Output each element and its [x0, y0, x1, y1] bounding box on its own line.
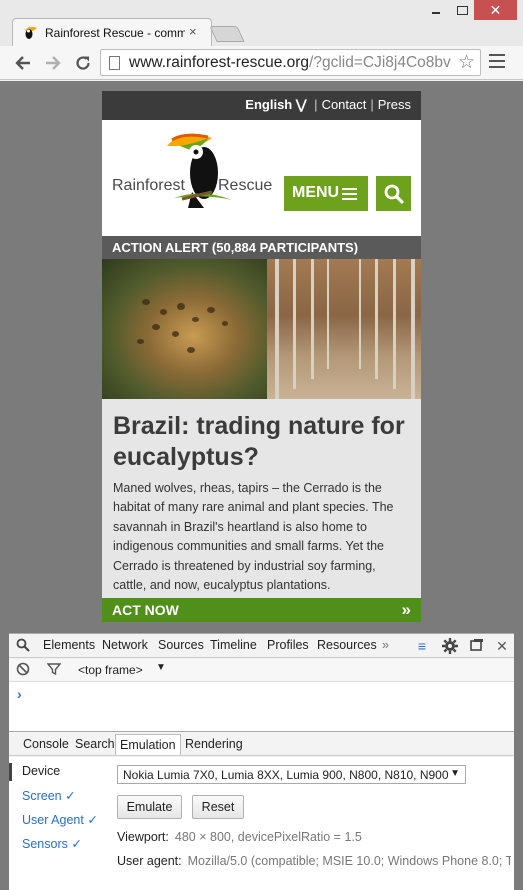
devtools-toolbar: Elements Network Sources Timeline Profil… — [9, 633, 514, 658]
act-now-button[interactable]: ACT NOW » — [102, 598, 421, 622]
emulate-button[interactable]: Emulate — [117, 795, 182, 819]
tab-console[interactable]: Console — [23, 737, 69, 751]
user-agent-value: Mozilla/5.0 (compatible; MSIE 10.0; Wind… — [187, 854, 511, 868]
site-top-bar: English ⋁ | Contact | Press — [102, 91, 421, 120]
tab-resources[interactable]: Resources — [317, 638, 377, 652]
menu-button[interactable]: MENU — [284, 176, 368, 211]
user-agent-label: User agent: — [117, 854, 182, 868]
emulated-page: English ⋁ | Contact | Press Rainforest Resc… — [102, 91, 421, 622]
logo-text-right: Rescue — [218, 177, 272, 194]
rainforest-rescue-logo[interactable]: Rainforest Rescue — [112, 128, 277, 216]
more-tabs-icon[interactable]: » — [382, 638, 389, 652]
tab-sources[interactable]: Sources — [158, 638, 204, 652]
search-icon — [384, 184, 404, 204]
reload-icon[interactable] — [72, 52, 94, 74]
bookmark-star-icon[interactable]: ☆ — [458, 51, 475, 74]
tab-emulation[interactable]: Emulation — [115, 734, 181, 755]
clear-console-icon[interactable] — [15, 662, 31, 678]
filter-icon[interactable] — [46, 662, 62, 678]
console-prompt-icon: › — [17, 686, 22, 702]
minimize-button[interactable] — [423, 0, 449, 20]
url-path: /?gclid=CJi8j4Co8bv — [309, 54, 451, 71]
close-tab-icon[interactable]: × — [189, 24, 197, 39]
sidebar-item-sensors[interactable]: Sensors ✓ — [22, 836, 82, 851]
tab-profiles[interactable]: Profiles — [267, 638, 309, 652]
search-button[interactable] — [376, 176, 411, 211]
frame-border-right — [514, 81, 523, 890]
language-selector[interactable]: English — [245, 97, 292, 112]
browser-toolbar: www.rainforest-rescue.org/?gclid=CJi8j4C… — [0, 46, 523, 80]
tab-search[interactable]: Search — [75, 737, 115, 751]
title-bar: Rainforest Rescue - comm × ✕ — [0, 0, 523, 46]
dock-icon[interactable] — [469, 638, 485, 654]
tab-network[interactable]: Network — [102, 638, 148, 652]
hero-image[interactable] — [102, 259, 421, 399]
frame-dropdown-arrow-icon[interactable]: ▼ — [156, 662, 166, 673]
sidebar-item-user-agent[interactable]: User Agent ✓ — [22, 812, 98, 827]
double-chevron-right-icon: » — [401, 600, 411, 619]
selected-indicator — [9, 763, 12, 781]
gear-icon[interactable] — [442, 638, 458, 654]
article-headline[interactable]: Brazil: trading nature for eucalyptus? — [113, 411, 410, 473]
jaguar-photo — [102, 259, 267, 399]
close-window-button[interactable]: ✕ — [474, 0, 517, 20]
article-body: Maned wolves, rheas, tapirs – the Cerrad… — [113, 481, 394, 593]
sidebar-item-device[interactable]: Device — [22, 764, 60, 778]
viewport-value: 480 × 800, devicePixelRatio = 1.5 — [174, 830, 362, 844]
device-select-value: Nokia Lumia 7X0, Lumia 8XX, Lumia 900, N… — [123, 768, 449, 782]
viewport-info: Viewport: 480 × 800, devicePixelRatio = 1… — [117, 830, 362, 844]
back-arrow-icon[interactable] — [12, 52, 34, 74]
chrome-menu-icon[interactable] — [489, 54, 505, 70]
drawer-tab-bar: Console Search Emulation Rendering — [9, 731, 514, 756]
forward-arrow-icon[interactable] — [42, 52, 64, 74]
logo-text-left: Rainforest — [112, 177, 185, 194]
tab-title: Rainforest Rescue - comm — [45, 26, 185, 40]
site-header: Rainforest Rescue MENU — [102, 120, 421, 236]
console-output[interactable]: › — [9, 682, 514, 731]
url-host: www.rainforest-rescue.org — [129, 54, 310, 71]
eucalyptus-plantation-photo — [267, 259, 421, 399]
close-devtools-icon[interactable]: ✕ — [494, 638, 510, 654]
chevron-down-icon: ⋁ — [295, 97, 307, 112]
new-tab-button[interactable] — [209, 26, 245, 42]
reset-button[interactable]: Reset — [192, 795, 244, 819]
act-now-label: ACT NOW — [112, 602, 179, 618]
console-toolbar: <top frame> ▼ — [9, 659, 514, 682]
maximize-button[interactable] — [449, 0, 474, 20]
url-text[interactable]: www.rainforest-rescue.org/?gclid=CJi8j4C… — [129, 54, 457, 72]
menu-label: MENU — [292, 184, 340, 201]
inspect-search-icon[interactable] — [15, 638, 31, 654]
console-drawer-icon[interactable]: ≡ — [414, 638, 430, 654]
sidebar-item-screen[interactable]: Screen ✓ — [22, 788, 76, 803]
contact-link[interactable]: Contact — [322, 97, 367, 112]
hamburger-icon — [342, 188, 357, 203]
toucan-favicon-icon — [25, 26, 37, 39]
frame-border-left — [0, 81, 9, 890]
tab-elements[interactable]: Elements — [43, 638, 95, 652]
emulation-panel: Device Screen ✓ User Agent ✓ Sensors ✓ N… — [9, 757, 514, 890]
user-agent-info: User agent: Mozilla/5.0 (compatible; MSIE… — [117, 854, 511, 868]
page-icon — [109, 56, 120, 70]
frame-selector[interactable]: <top frame> — [78, 663, 143, 677]
action-alert-banner[interactable]: ACTION ALERT (50,884 PARTICIPANTS) — [102, 236, 421, 259]
press-link[interactable]: Press — [378, 97, 411, 112]
address-bar[interactable]: www.rainforest-rescue.org/?gclid=CJi8j4C… — [100, 49, 481, 76]
tab-rendering[interactable]: Rendering — [185, 737, 243, 751]
tab-timeline[interactable]: Timeline — [210, 638, 257, 652]
device-select[interactable]: Nokia Lumia 7X0, Lumia 8XX, Lumia 900, N… — [117, 765, 466, 784]
viewport-label: Viewport: — [117, 830, 169, 844]
dropdown-arrow-icon: ▼ — [450, 768, 460, 779]
browser-tab[interactable]: Rainforest Rescue - comm × — [12, 18, 212, 46]
article-teaser: Brazil: trading nature for eucalyptus? M… — [102, 399, 421, 598]
